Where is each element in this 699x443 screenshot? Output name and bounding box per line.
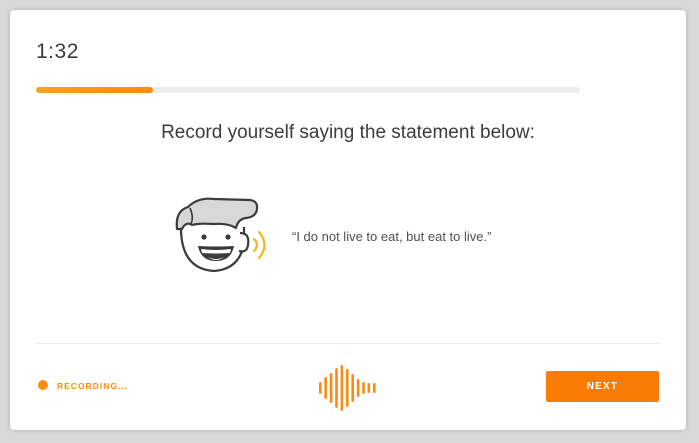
progress-bar xyxy=(36,87,580,93)
exercise-card: 1:32 Record yourself saying the statemen… xyxy=(10,10,686,430)
progress-bar-fill xyxy=(36,87,153,93)
waveform-bar xyxy=(329,373,333,403)
waveform-bar xyxy=(319,382,322,394)
recording-dot-icon xyxy=(38,380,48,390)
waveform-bar xyxy=(351,374,354,402)
waveform-bar xyxy=(373,383,376,393)
footer-divider xyxy=(36,343,660,344)
waveform-bar xyxy=(356,379,360,397)
instruction-heading: Record yourself saying the statement bel… xyxy=(161,122,535,143)
waveform-bar xyxy=(346,369,349,407)
waveform-bar xyxy=(362,382,365,394)
next-button[interactable]: NEXT xyxy=(546,371,659,402)
speaking-person-icon xyxy=(175,197,266,273)
waveform-bar xyxy=(335,368,338,408)
statement-text: “I do not live to eat, but eat to live.” xyxy=(292,229,492,244)
waveform-bar xyxy=(340,365,344,411)
audio-waveform-icon xyxy=(319,365,376,411)
recording-status: RECORDING... xyxy=(57,381,129,391)
countdown-timer: 1:32 xyxy=(36,40,79,63)
waveform-bar xyxy=(367,383,371,393)
waveform-bar xyxy=(324,377,327,399)
